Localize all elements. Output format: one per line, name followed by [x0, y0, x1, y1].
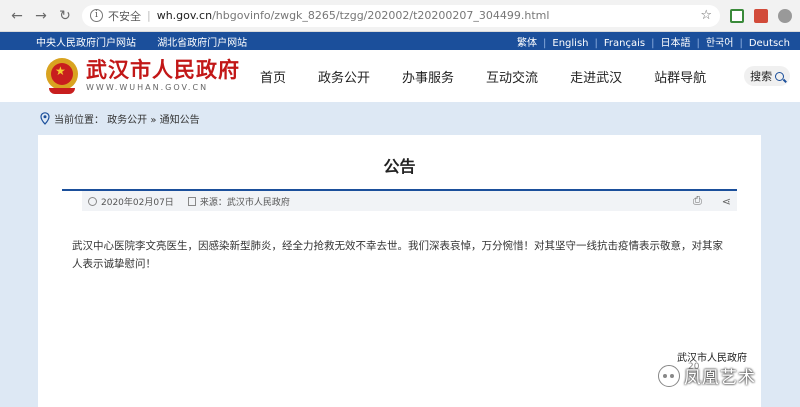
lang-french[interactable]: Français	[604, 38, 645, 49]
security-label: 不安全	[108, 9, 141, 23]
lang-english[interactable]: English	[552, 38, 588, 49]
lang-korean[interactable]: 한국어	[706, 38, 734, 49]
lang-japanese[interactable]: 日本語	[660, 38, 690, 49]
site-name-en: WWW.WUHAN.GOV.CN	[86, 83, 209, 92]
search-button[interactable]: 搜索	[744, 66, 791, 86]
document-icon	[187, 196, 196, 206]
info-icon[interactable]: i	[90, 9, 103, 22]
article-date: 2020年02月07日	[101, 197, 174, 208]
article-meta: 2020年02月07日 来源：武汉市人民政府 ⎙ ⋖	[82, 191, 737, 211]
profile-icon[interactable]	[778, 8, 792, 23]
link-hubei-gov[interactable]: 湖北省政府门户网站	[157, 38, 247, 49]
clock-icon	[88, 196, 97, 206]
nav-about-wuhan[interactable]: 走进武汉	[570, 67, 622, 86]
extension-icon[interactable]	[754, 8, 768, 23]
location-pin-icon	[40, 112, 50, 125]
main-nav: 首页 政务公开 办事服务 互动交流 走进武汉 站群导航	[260, 67, 738, 86]
address-bar[interactable]: i 不安全 | wh.gov.cn/hbgovinfo/zwgk_8265/tz…	[82, 4, 720, 27]
lang-traditional[interactable]: 繁体	[517, 38, 537, 49]
watermark: 凤凰艺术	[658, 363, 756, 388]
nav-gov-affairs[interactable]: 政务公开	[318, 67, 370, 86]
watermark-text: 凤凰艺术	[684, 368, 756, 388]
nav-site-group[interactable]: 站群导航	[654, 67, 706, 86]
bookmark-star-icon[interactable]: ☆	[700, 8, 712, 23]
forward-icon[interactable]: →	[32, 7, 50, 25]
search-icon	[775, 71, 785, 81]
article-body: 武汉中心医院李文亮医生，因感染新型肺炎，经全力抢救无效不幸去世。我们深表哀悼，万…	[72, 240, 723, 270]
reload-icon[interactable]: ↻	[56, 7, 74, 25]
nav-interaction[interactable]: 互动交流	[486, 67, 538, 86]
national-emblem-icon: ★	[46, 58, 78, 94]
share-icon[interactable]: ⋖	[722, 195, 731, 208]
browser-toolbar: ← → ↻ i 不安全 | wh.gov.cn/hbgovinfo/zwgk_8…	[0, 0, 800, 32]
article-card: 公告 2020年02月07日 来源：武汉市人民政府 ⎙ ⋖ 武汉中心医院李文亮医…	[38, 135, 761, 407]
url-host: wh.gov.cn	[156, 9, 213, 22]
language-switcher: 繁体 | English | Français | 日本語 | 한국어 | Deutsch	[517, 37, 790, 49]
link-central-gov[interactable]: 中央人民政府门户网站	[36, 38, 136, 49]
search-label: 搜索	[750, 70, 773, 83]
nav-services[interactable]: 办事服务	[402, 67, 454, 86]
extension-icon[interactable]	[730, 8, 744, 23]
nav-home[interactable]: 首页	[260, 67, 286, 86]
back-icon[interactable]: ←	[8, 7, 26, 25]
separator: |	[147, 9, 151, 22]
site-header: ★ 武汉市人民政府 WWW.WUHAN.GOV.CN 首页 政务公开 办事服务 …	[0, 50, 800, 102]
breadcrumb: 当前位置： 政务公开 » 通知公告	[0, 102, 800, 135]
gov-top-bar: 中央人民政府门户网站 湖北省政府门户网站 繁体 | English | Français…	[0, 32, 800, 50]
lang-german[interactable]: Deutsch	[749, 38, 790, 49]
print-icon[interactable]: ⎙	[693, 194, 702, 208]
breadcrumb-text[interactable]: 当前位置： 政务公开 » 通知公告	[54, 111, 200, 126]
url-path: /hbgovinfo/zwgk_8265/tzgg/202002/t202002…	[212, 9, 550, 22]
article-source: 来源：武汉市人民政府	[199, 197, 290, 208]
wechat-logo-icon	[658, 364, 680, 387]
site-logo[interactable]: 武汉市人民政府 WWW.WUHAN.GOV.CN	[86, 58, 240, 94]
article-title: 公告	[383, 157, 416, 176]
site-name-cn: 武汉市人民政府	[86, 58, 240, 82]
